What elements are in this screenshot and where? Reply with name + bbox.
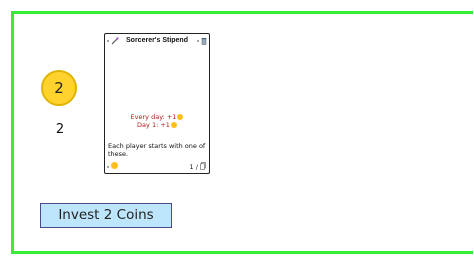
coin-icon: [170, 122, 177, 128]
trash-icon: [197, 37, 207, 46]
coin-icon: [110, 162, 118, 169]
card-title: Sorcerer's Stipend: [126, 37, 188, 44]
effect-label: Every day:: [130, 113, 165, 121]
invest-button[interactable]: Invest 2 Coins: [40, 203, 172, 228]
card-cost: [107, 162, 118, 170]
effect-bonus: +1: [166, 113, 177, 121]
effect-every-day: Every day: +1: [105, 113, 209, 121]
coin-icon: [177, 114, 184, 120]
card-sorcerers-stipend[interactable]: Sorcerer's Stipend Every day: +1 Day 1: …: [104, 33, 210, 174]
card-stack-icon: [200, 162, 206, 170]
card-effects: Every day: +1 Day 1: +1: [105, 113, 209, 129]
card-quantity: 1 /: [190, 162, 206, 171]
coin-count: 2: [55, 122, 65, 137]
effect-bonus: +1: [160, 121, 170, 129]
card-description: Each player starts with one of these.: [108, 142, 206, 158]
effect-day-one: Day 1: +1: [105, 121, 209, 129]
card-quantity-label: 1 /: [189, 163, 198, 171]
effect-label: Day 1:: [137, 121, 159, 129]
coin-badge-value: 2: [54, 79, 64, 97]
coin-badge: 2: [41, 70, 77, 106]
